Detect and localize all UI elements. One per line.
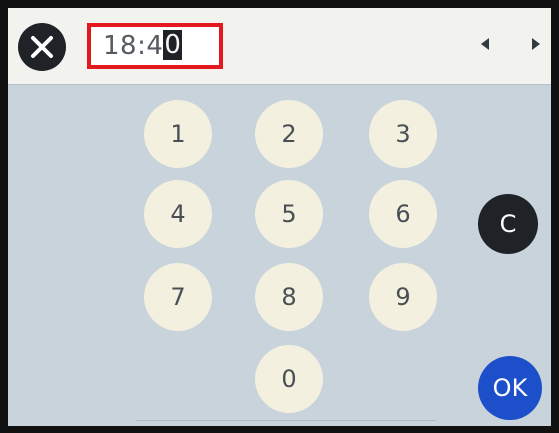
key-0[interactable]: 0 bbox=[255, 345, 323, 413]
key-4[interactable]: 4 bbox=[144, 180, 212, 248]
close-button[interactable] bbox=[18, 23, 66, 71]
ok-button[interactable]: OK bbox=[478, 356, 542, 420]
text-cursor: 0 bbox=[163, 30, 183, 60]
key-6[interactable]: 6 bbox=[369, 180, 437, 248]
time-entry-screen: 18:40 1 2 3 4 5 6 7 8 9 0 C OK bbox=[8, 8, 551, 426]
arrow-right-icon[interactable] bbox=[532, 38, 540, 50]
bottom-divider bbox=[136, 420, 436, 421]
arrow-left-icon[interactable] bbox=[481, 38, 489, 50]
key-7[interactable]: 7 bbox=[144, 263, 212, 331]
key-1[interactable]: 1 bbox=[144, 100, 212, 168]
clear-button[interactable]: C bbox=[478, 194, 538, 254]
key-8[interactable]: 8 bbox=[255, 263, 323, 331]
time-value: 18:4 bbox=[103, 31, 164, 61]
key-2[interactable]: 2 bbox=[255, 100, 323, 168]
key-5[interactable]: 5 bbox=[255, 180, 323, 248]
top-bar: 18:40 bbox=[8, 8, 551, 85]
time-input[interactable]: 18:40 bbox=[87, 23, 223, 69]
close-icon bbox=[31, 36, 53, 58]
key-3[interactable]: 3 bbox=[369, 100, 437, 168]
key-9[interactable]: 9 bbox=[369, 263, 437, 331]
